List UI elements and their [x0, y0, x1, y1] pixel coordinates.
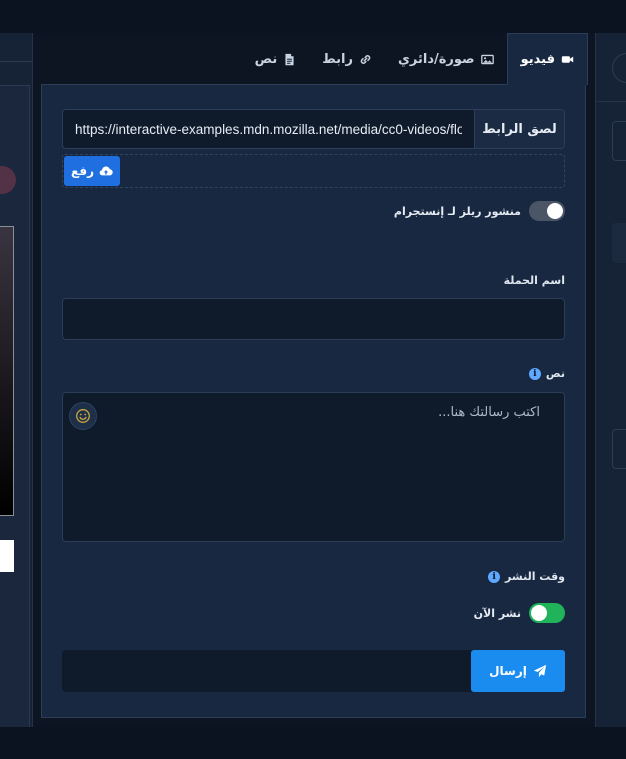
- text-label-text: نص: [545, 367, 565, 380]
- publish-time-label: وقت النشر i: [488, 570, 565, 583]
- submit-bar: إرسال: [62, 650, 565, 692]
- reels-toggle-label: منشور ريلز لـ إنستجرام: [393, 204, 521, 218]
- preview-caption-box: [0, 540, 14, 572]
- tab-link[interactable]: رابط: [309, 33, 385, 85]
- bottom-bar: [0, 727, 626, 759]
- tab-image[interactable]: صورة/دائري: [385, 33, 507, 85]
- tab-text[interactable]: نص: [242, 33, 310, 85]
- send-button[interactable]: إرسال: [471, 650, 565, 692]
- preview-avatar: [0, 166, 16, 194]
- upload-button-label: رفع: [71, 164, 94, 178]
- campaign-name-input[interactable]: [62, 298, 565, 340]
- tab-image-label: صورة/دائري: [397, 51, 475, 67]
- info-icon[interactable]: i: [488, 570, 501, 583]
- right-panel-box-2: [612, 223, 626, 263]
- video-post-form: لصق الرابط رفع منشور ريلز لـ إنستجرام اس…: [41, 84, 586, 718]
- campaign-name-label: اسم الحملة: [504, 274, 565, 287]
- info-icon[interactable]: i: [528, 367, 541, 380]
- file-text-icon: [285, 53, 294, 65]
- tab-text-label: نص: [254, 51, 278, 67]
- upload-drop-zone[interactable]: رفع: [62, 154, 565, 188]
- left-preview-panel: [0, 85, 30, 750]
- reels-toggle-row: منشور ريلز لـ إنستجرام: [394, 201, 565, 221]
- upload-button[interactable]: رفع: [64, 156, 120, 186]
- publish-now-toggle-knob: [531, 605, 547, 621]
- video-url-input[interactable]: [63, 110, 474, 148]
- emoji-button[interactable]: [69, 402, 97, 430]
- video-camera-icon: [561, 56, 574, 63]
- cloud-upload-icon: [99, 166, 113, 176]
- top-bar: [0, 0, 626, 33]
- tab-link-label: رابط: [322, 51, 353, 67]
- message-textarea-box: [62, 392, 565, 542]
- tab-video[interactable]: فيديو: [506, 33, 588, 85]
- left-panel: [0, 33, 33, 750]
- send-button-label: إرسال: [489, 664, 527, 678]
- publish-now-toggle-label: نشر الآن: [473, 606, 521, 620]
- tab-video-label: فيديو: [520, 52, 555, 67]
- url-input-group: لصق الرابط: [62, 109, 565, 149]
- paper-plane-icon: [533, 664, 546, 678]
- preview-video-frame: [0, 226, 14, 516]
- text-label: نص i: [528, 367, 565, 380]
- link-icon: [360, 54, 371, 64]
- paste-link-label: لصق الرابط: [474, 110, 564, 148]
- campaign-name-label-text: اسم الحملة: [503, 274, 565, 287]
- right-panel-box-1[interactable]: [612, 121, 626, 161]
- image-icon: [480, 54, 494, 64]
- reels-toggle-knob: [547, 203, 563, 219]
- right-panel-circle[interactable]: [612, 53, 626, 83]
- reels-toggle[interactable]: [529, 201, 565, 221]
- publish-now-toggle-row: نشر الآن: [474, 603, 565, 623]
- tab-bar: نص رابط صورة/دائري فيديو: [33, 33, 595, 85]
- right-panel-divider: [596, 101, 626, 102]
- left-panel-divider: [0, 61, 33, 62]
- publish-time-label-text: وقت النشر: [505, 570, 565, 583]
- smiley-icon: [76, 409, 90, 423]
- right-panel-box-3[interactable]: [612, 429, 626, 469]
- right-panel: [595, 33, 626, 727]
- publish-now-toggle[interactable]: [529, 603, 565, 623]
- message-textarea[interactable]: [63, 393, 564, 541]
